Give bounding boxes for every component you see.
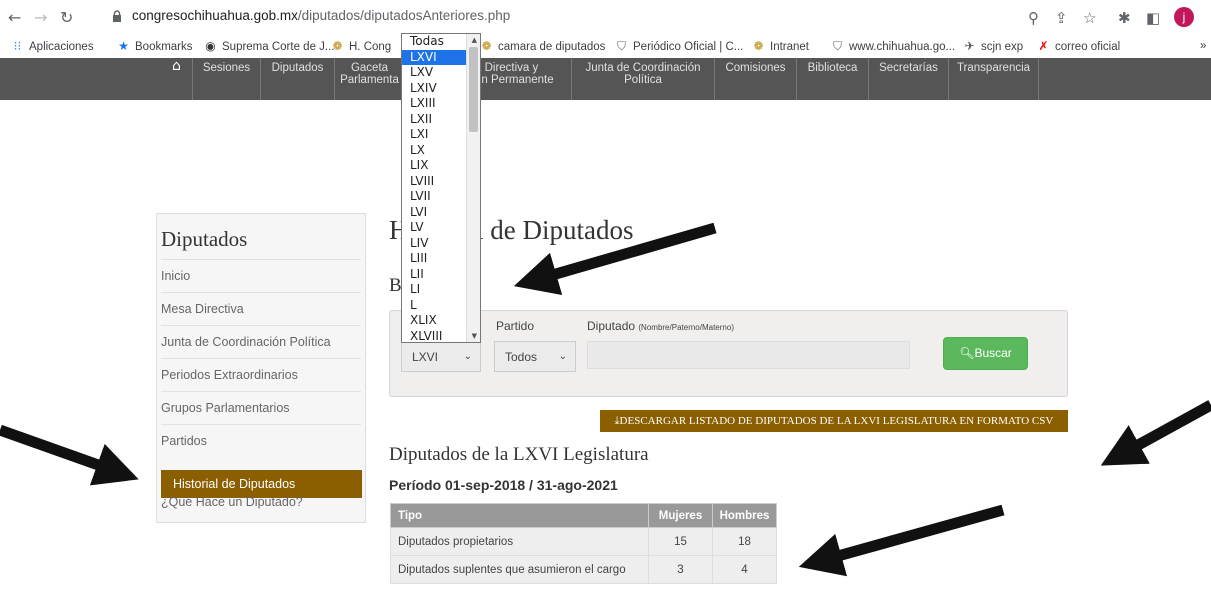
sidepanel-icon[interactable]: ◧ bbox=[1146, 9, 1160, 27]
bookmark-periodico[interactable]: ⛉ Periódico Oficial | C... bbox=[615, 40, 743, 53]
sidebar-item-que-hace[interactable]: ¿Qué Hace un Diputado? bbox=[161, 486, 361, 519]
search-panel: Partido Diputado (Nombre/Paterno/Materno… bbox=[389, 310, 1068, 397]
row-tipo: Diputados propietarios bbox=[390, 527, 649, 556]
lock-icon bbox=[113, 10, 121, 22]
nav-gaceta[interactable]: Gaceta Parlamenta bbox=[334, 58, 404, 100]
bookmark-h-cong[interactable]: ❁ H. Cong bbox=[331, 40, 391, 53]
period-label: Período 01-sep-2018 / 31-ago-2021 bbox=[389, 477, 618, 493]
table-row: Diputados propietarios 15 18 bbox=[390, 527, 777, 556]
sidebar-item-periodos[interactable]: Periodos Extraordinarios bbox=[161, 358, 361, 391]
diputado-input[interactable] bbox=[587, 341, 910, 369]
row-hombres: 18 bbox=[712, 527, 777, 556]
row-tipo: Diputados suplentes que asumieron el car… bbox=[390, 555, 649, 584]
nav-diputados[interactable]: Diputados bbox=[260, 58, 334, 100]
legislatura-dropdown-list[interactable]: Todas LXVI LXV LXIV LXIII LXII LXI LX LIX LVIII LV… bbox=[401, 33, 481, 343]
nav-comisiones[interactable]: Comisiones bbox=[714, 58, 796, 100]
bird-icon: ✈ bbox=[964, 39, 975, 53]
legislatura-select[interactable]: LXVI ⌄ bbox=[401, 341, 481, 372]
sidebar-item-grupos[interactable]: Grupos Parlamentarios bbox=[161, 391, 361, 424]
bookmark-scjn[interactable]: ✈ scjn exp bbox=[963, 40, 1023, 53]
star-icon: ★ bbox=[118, 39, 129, 53]
partido-label: Partido bbox=[496, 319, 535, 333]
row-hombres: 4 bbox=[712, 555, 777, 584]
seal-icon: ❁ bbox=[481, 39, 492, 53]
share-icon[interactable]: ⇪ bbox=[1055, 9, 1068, 27]
apps-grid-icon: ⁝⁝ bbox=[13, 39, 22, 53]
sidebar-title: Diputados bbox=[161, 227, 248, 251]
bookmark-chihuahua[interactable]: ⛉ www.chihuahua.go... bbox=[831, 40, 955, 53]
globe-icon: ◉ bbox=[205, 39, 216, 53]
bookmark-suprema-corte[interactable]: ◉ Suprema Corte de J... bbox=[204, 39, 334, 53]
x-icon: ✗ bbox=[1038, 39, 1049, 53]
zoom-icon[interactable]: ⚲ bbox=[1028, 9, 1039, 27]
header-mujeres: Mujeres bbox=[648, 503, 713, 528]
sidebar-item-mesa-directiva[interactable]: Mesa Directiva bbox=[161, 292, 361, 325]
nav-biblioteca[interactable]: Biblioteca bbox=[796, 58, 868, 100]
forward-arrow-icon[interactable]: → bbox=[34, 8, 47, 27]
dropdown-scrollbar[interactable]: ▲ ▼ bbox=[466, 34, 480, 342]
star-icon[interactable]: ☆ bbox=[1083, 9, 1096, 27]
nav-junta[interactable]: Junta de Coordinación Política bbox=[571, 58, 714, 100]
site-nav: ⌂ Sesiones Diputados Gaceta Parlamenta a … bbox=[0, 58, 1211, 100]
arrow-csv bbox=[1100, 400, 1211, 466]
extensions-icon[interactable]: ✱ bbox=[1118, 9, 1131, 27]
header-tipo: Tipo bbox=[390, 503, 649, 528]
diputados-table: Tipo Mujeres Hombres Diputados propietar… bbox=[390, 503, 777, 584]
row-mujeres: 15 bbox=[648, 527, 713, 556]
seal-icon: ❁ bbox=[753, 39, 764, 53]
url-text: congresochihuahua.gob.mx/diputados/diput… bbox=[132, 8, 511, 23]
arrow-table bbox=[798, 504, 1005, 577]
scroll-down-icon[interactable]: ▼ bbox=[472, 332, 477, 340]
sidebar-item-inicio[interactable]: Inicio bbox=[161, 259, 361, 292]
back-arrow-icon[interactable]: ← bbox=[8, 8, 21, 27]
bookmark-correo[interactable]: ✗ correo oficial bbox=[1037, 40, 1120, 53]
row-mujeres: 3 bbox=[648, 555, 713, 584]
chevron-down-icon: ⌄ bbox=[463, 351, 472, 362]
bookmark-camara[interactable]: ❁ camara de diputados bbox=[480, 40, 605, 53]
scrollbar-thumb[interactable] bbox=[469, 47, 478, 132]
sidebar-item-partidos[interactable]: Partidos bbox=[161, 424, 361, 457]
arrow-sidebar bbox=[0, 424, 139, 486]
nav-transparencia[interactable]: Transparencia bbox=[948, 58, 1039, 100]
bookmark-intranet[interactable]: ❁ Intranet bbox=[752, 40, 809, 53]
header-hombres: Hombres bbox=[712, 503, 777, 528]
sidebar: Diputados Inicio Mesa Directiva Junta de… bbox=[156, 213, 366, 523]
shield-icon: ⛉ bbox=[616, 39, 626, 53]
bookmark-apps[interactable]: ⁝⁝ Aplicaciones bbox=[11, 40, 94, 53]
more-bookmarks-icon[interactable]: » bbox=[1200, 40, 1206, 52]
search-section-title: B bbox=[389, 275, 402, 296]
nav-sesiones[interactable]: Sesiones bbox=[192, 58, 260, 100]
sidebar-item-junta[interactable]: Junta de Coordinación Política bbox=[161, 325, 361, 358]
table-header-row: Tipo Mujeres Hombres bbox=[390, 503, 777, 528]
reload-icon[interactable]: ↻ bbox=[60, 8, 73, 27]
browser-toolbar: ← → ↻ congresochihuahua.gob.mx/diputados… bbox=[0, 0, 1211, 36]
bookmarks-bar: ⁝⁝ Aplicaciones ★ Bookmarks ◉ Suprema Corte… bbox=[0, 36, 1211, 58]
buscar-button[interactable]: 🔍︎Buscar bbox=[943, 337, 1028, 370]
bookmark-bookmarks[interactable]: ★ Bookmarks bbox=[117, 39, 192, 53]
partido-select[interactable]: Todos ⌄ bbox=[494, 341, 576, 372]
profile-avatar[interactable]: j bbox=[1174, 7, 1194, 27]
address-bar[interactable]: congresochihuahua.gob.mx/diputados/diput… bbox=[106, 6, 1106, 30]
search-icon: 🔍︎ bbox=[959, 346, 975, 360]
legislatura-title: Diputados de la LXVI Legislatura bbox=[389, 444, 649, 465]
seal-icon: ❁ bbox=[332, 39, 343, 53]
table-row: Diputados suplentes que asumieron el car… bbox=[390, 555, 777, 584]
diputado-label: Diputado (Nombre/Paterno/Materno) bbox=[587, 319, 734, 333]
download-csv-button[interactable]: ⤓DESCARGAR LISTADO DE DIPUTADOS DE LA LX… bbox=[600, 410, 1068, 432]
nav-secretarias[interactable]: Secretarías bbox=[868, 58, 948, 100]
scroll-up-icon[interactable]: ▲ bbox=[472, 36, 477, 44]
shield-icon: ⛉ bbox=[832, 39, 842, 53]
home-icon[interactable]: ⌂ bbox=[172, 58, 181, 74]
chevron-down-icon: ⌄ bbox=[558, 351, 567, 362]
